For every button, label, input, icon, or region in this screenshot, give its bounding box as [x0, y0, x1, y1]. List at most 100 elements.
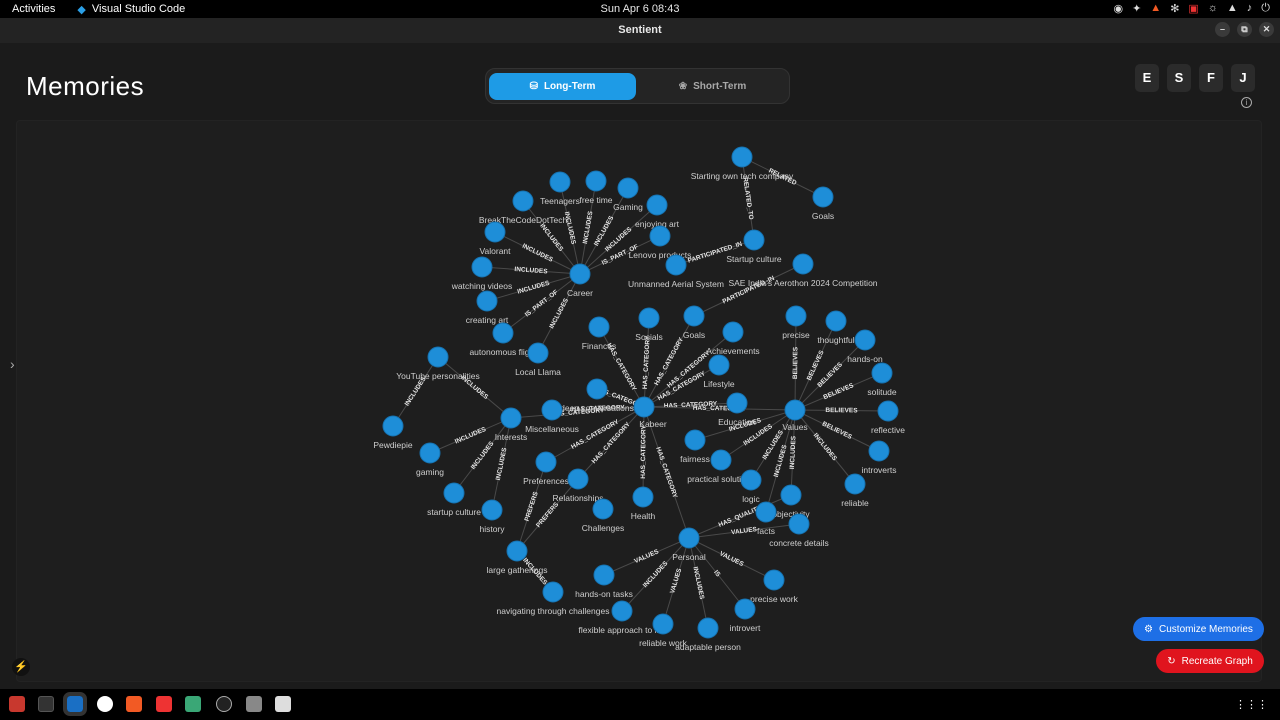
graph-node[interactable]: [484, 221, 506, 243]
tray-brave-icon[interactable]: ▲: [1150, 2, 1161, 15]
obs-dock-icon[interactable]: [216, 696, 232, 712]
tray-app-icon[interactable]: ◉: [1113, 2, 1123, 15]
minimize-icon[interactable]: –: [1215, 22, 1230, 37]
letter-f-button[interactable]: F: [1199, 64, 1223, 92]
graph-node[interactable]: [527, 342, 549, 364]
graph-node[interactable]: [588, 316, 610, 338]
graph-node[interactable]: [512, 190, 534, 212]
graph-node[interactable]: [722, 321, 744, 343]
graph-node[interactable]: [611, 600, 633, 622]
clock[interactable]: Sun Apr 6 08:43: [0, 3, 1280, 15]
activities-button[interactable]: Activities: [0, 3, 55, 15]
graph-node[interactable]: [476, 290, 498, 312]
memory-graph[interactable]: RELATEDRELATED_TOPARTICIPATED_INPARTICIP…: [17, 121, 1263, 683]
graph-node[interactable]: [785, 305, 807, 327]
recreate-graph-button[interactable]: ↻ Recreate Graph: [1156, 649, 1264, 673]
tray-record-icon[interactable]: ▣: [1188, 2, 1198, 15]
terminal-icon[interactable]: [38, 696, 54, 712]
system-tray[interactable]: ◉ ✦ ▲ ✻ ▣ ☼ ▲ ♪ ⏻: [1113, 2, 1270, 15]
customize-memories-button[interactable]: ⚙ Customize Memories: [1133, 617, 1264, 641]
active-app-menu[interactable]: ◆ Visual Studio Code: [77, 3, 185, 16]
graph-node[interactable]: [443, 482, 465, 504]
graph-node[interactable]: [792, 253, 814, 275]
graph-node[interactable]: [871, 362, 893, 384]
graph-node[interactable]: [763, 569, 785, 591]
graph-node[interactable]: [481, 499, 503, 521]
files-icon[interactable]: [9, 696, 25, 712]
graph-node[interactable]: [844, 473, 866, 495]
graph-node[interactable]: [638, 307, 660, 329]
graph-node[interactable]: [755, 501, 777, 523]
graph-node[interactable]: [427, 346, 449, 368]
calendar-dock-icon[interactable]: [185, 696, 201, 712]
graph-node[interactable]: [592, 498, 614, 520]
slack-dock-icon[interactable]: [97, 696, 113, 712]
graph-node[interactable]: [740, 469, 762, 491]
graph-node[interactable]: [652, 613, 674, 635]
app-grid-icon[interactable]: ⋮⋮⋮: [1235, 698, 1268, 711]
letter-e-button[interactable]: E: [1135, 64, 1159, 92]
graph-node[interactable]: [734, 598, 756, 620]
graph-node[interactable]: [868, 440, 890, 462]
graph-node[interactable]: [877, 400, 899, 422]
graph-node[interactable]: [678, 527, 700, 549]
tray-volume-icon[interactable]: ♪: [1247, 2, 1253, 15]
tray-gear-icon[interactable]: ✻: [1170, 2, 1179, 15]
graph-node[interactable]: [854, 329, 876, 351]
graph-node[interactable]: [471, 256, 493, 278]
vscode-dock-icon[interactable]: [63, 692, 87, 716]
graph-node[interactable]: [780, 484, 802, 506]
graph-node[interactable]: [825, 310, 847, 332]
graph-node[interactable]: [683, 305, 705, 327]
trash-dock-icon[interactable]: [275, 696, 291, 712]
graph-node[interactable]: [535, 451, 557, 473]
letter-s-button[interactable]: S: [1167, 64, 1191, 92]
brave-dock-icon[interactable]: [126, 696, 142, 712]
graph-node[interactable]: [567, 468, 589, 490]
anydesk-dock-icon[interactable]: [156, 696, 172, 712]
graph-node[interactable]: [633, 396, 655, 418]
graph-node[interactable]: [542, 581, 564, 603]
tray-brightness-icon[interactable]: ☼: [1208, 2, 1218, 15]
graph-node[interactable]: [649, 225, 671, 247]
graph-node[interactable]: [549, 171, 571, 193]
graph-node[interactable]: [684, 429, 706, 451]
graph-node[interactable]: [646, 194, 668, 216]
letter-j-button[interactable]: J: [1231, 64, 1255, 92]
tab-long-term[interactable]: ⛁ Long-Term: [489, 73, 636, 100]
graph-node[interactable]: [382, 415, 404, 437]
graph-node[interactable]: [726, 392, 748, 414]
graph-node[interactable]: [419, 442, 441, 464]
tray-slack-icon[interactable]: ✦: [1132, 2, 1141, 15]
node-label: Goals: [683, 330, 705, 340]
graph-node[interactable]: [710, 449, 732, 471]
graph-node[interactable]: [569, 263, 591, 285]
graph-node[interactable]: [743, 229, 765, 251]
graph-node[interactable]: [708, 354, 730, 376]
graph-node[interactable]: [586, 378, 608, 400]
graph-node[interactable]: [731, 146, 753, 168]
graph-node[interactable]: [506, 540, 528, 562]
memory-graph-panel[interactable]: RELATED RELATED_TO PARTICIPATED_IN PARTICIP…: [16, 120, 1262, 682]
graph-node[interactable]: [593, 564, 615, 586]
graph-node[interactable]: [788, 513, 810, 535]
graph-node[interactable]: [492, 322, 514, 344]
info-icon[interactable]: i: [1241, 97, 1252, 108]
restore-icon[interactable]: ⧉: [1237, 22, 1252, 37]
bolt-icon[interactable]: ⚡: [12, 658, 30, 676]
graph-node[interactable]: [784, 399, 806, 421]
graph-node[interactable]: [665, 254, 687, 276]
tab-short-term[interactable]: ❀ Short-Term: [639, 73, 786, 100]
tray-network-icon[interactable]: ▲: [1227, 2, 1238, 15]
close-icon[interactable]: ✕: [1259, 22, 1274, 37]
graph-node[interactable]: [585, 170, 607, 192]
graph-node[interactable]: [812, 186, 834, 208]
graph-node[interactable]: [541, 399, 563, 421]
graph-node[interactable]: [617, 177, 639, 199]
graph-node[interactable]: [500, 407, 522, 429]
graph-node[interactable]: [697, 617, 719, 639]
chevron-right-icon[interactable]: ›: [10, 356, 15, 372]
tray-power-icon[interactable]: ⏻: [1261, 2, 1270, 15]
graph-node[interactable]: [632, 486, 654, 508]
disk-dock-icon[interactable]: [246, 696, 262, 712]
